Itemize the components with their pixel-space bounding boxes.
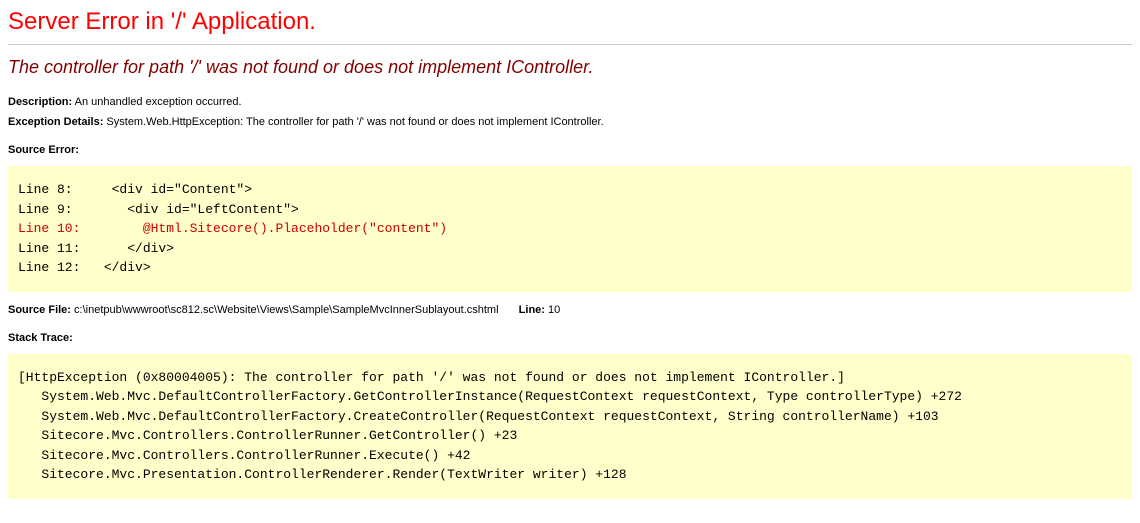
description-line: Description: An unhandled exception occu…: [8, 96, 1132, 108]
source-error-block: Line 8: <div id="Content">Line 9: <div i…: [8, 166, 1132, 292]
source-code-line: Line 10: @Html.Sitecore().Placeholder("c…: [18, 219, 1122, 239]
source-error-label: Source Error:: [8, 144, 1132, 156]
exception-details-line: Exception Details: System.Web.HttpExcept…: [8, 116, 1132, 128]
stack-trace-block: [HttpException (0x80004005): The control…: [8, 354, 1132, 499]
description-label: Description:: [8, 96, 72, 108]
source-code-line: Line 8: <div id="Content">: [18, 180, 1122, 200]
error-subtitle: The controller for path '/' was not foun…: [8, 57, 1132, 78]
source-code-line: Line 12: </div>: [18, 258, 1122, 278]
source-file-line-number: 10: [548, 304, 560, 316]
stack-trace-label: Stack Trace:: [8, 332, 1132, 344]
source-code-line: Line 11: </div>: [18, 239, 1122, 259]
source-file-line: Source File: c:\inetpub\wwwroot\sc812.sc…: [8, 304, 1132, 316]
source-file-line-label: Line:: [519, 304, 545, 316]
description-text: An unhandled exception occurred.: [75, 96, 242, 108]
exception-details-label: Exception Details:: [8, 116, 103, 128]
source-file-label: Source File:: [8, 304, 71, 316]
divider: [8, 44, 1132, 45]
exception-details-text: System.Web.HttpException: The controller…: [106, 116, 603, 128]
source-code-line: Line 9: <div id="LeftContent">: [18, 200, 1122, 220]
error-title: Server Error in '/' Application.: [8, 8, 1132, 36]
source-file-path: c:\inetpub\wwwroot\sc812.sc\Website\View…: [74, 304, 499, 316]
